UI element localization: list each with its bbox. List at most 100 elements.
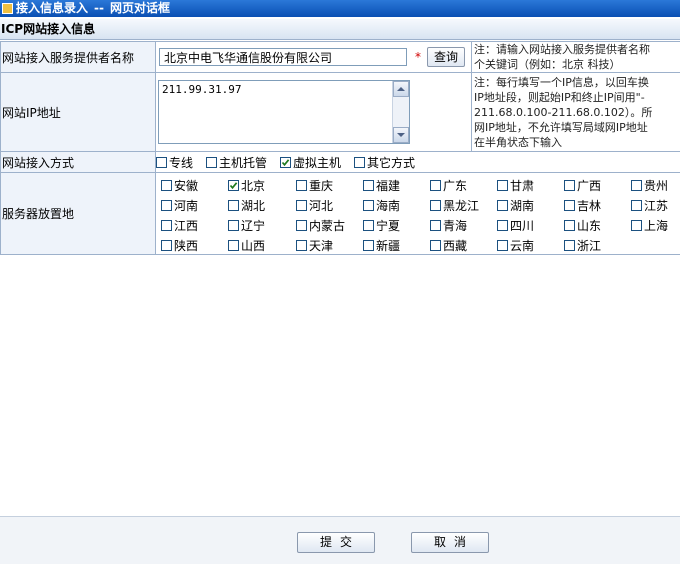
checkbox-option[interactable]: 贵州 (631, 177, 668, 194)
checkbox-option[interactable]: 广东 (430, 177, 467, 194)
checkbox-option[interactable]: 新疆 (363, 237, 400, 254)
access-method-options: 专线主机托管 虚拟主机其它方式 (156, 152, 680, 173)
checkbox-unchecked-icon[interactable] (228, 200, 239, 211)
checkbox-checked-icon[interactable] (280, 157, 291, 168)
checkbox-option[interactable]: 湖北 (228, 197, 265, 214)
window-title: 接入信息录入 (16, 1, 88, 15)
checkbox-label: 贵州 (644, 179, 668, 193)
checkbox-label: 山西 (241, 239, 265, 253)
checkbox-unchecked-icon[interactable] (161, 220, 172, 231)
checkbox-unchecked-icon[interactable] (363, 200, 374, 211)
checkbox-option[interactable]: 上海 (631, 217, 668, 234)
checkbox-option[interactable]: 重庆 (296, 177, 333, 194)
scroll-up-arrow-icon[interactable] (393, 81, 409, 97)
checkbox-option[interactable]: 河南 (161, 197, 198, 214)
checkbox-option[interactable]: 山东 (564, 217, 601, 234)
checkbox-unchecked-icon[interactable] (430, 200, 441, 211)
checkbox-option[interactable]: 四川 (497, 217, 534, 234)
checkbox-unchecked-icon[interactable] (363, 180, 374, 191)
checkbox-unchecked-icon[interactable] (564, 240, 575, 251)
checkbox-option[interactable]: 北京 (228, 177, 265, 194)
window-titlebar: 接入信息录入--网页对话框 (0, 0, 680, 17)
checkbox-option[interactable]: 专线 (156, 154, 193, 171)
checkbox-option[interactable]: 江苏 (631, 197, 668, 214)
window-subtitle: 网页对话框 (110, 1, 170, 15)
checkbox-option[interactable]: 广西 (564, 177, 601, 194)
ip-scrollbar[interactable] (392, 81, 409, 143)
checkbox-option[interactable]: 虚拟主机 (280, 154, 341, 171)
checkbox-label: 云南 (510, 239, 534, 253)
checkbox-unchecked-icon[interactable] (296, 220, 307, 231)
checkbox-unchecked-icon[interactable] (430, 240, 441, 251)
checkbox-unchecked-icon[interactable] (228, 240, 239, 251)
checkbox-unchecked-icon[interactable] (228, 220, 239, 231)
checkbox-option[interactable]: 辽宁 (228, 217, 265, 234)
checkbox-label: 虚拟主机 (293, 156, 341, 170)
checkbox-unchecked-icon[interactable] (497, 180, 508, 191)
checkbox-option[interactable]: 陕西 (161, 237, 198, 254)
checkbox-unchecked-icon[interactable] (430, 180, 441, 191)
checkbox-option[interactable]: 云南 (497, 237, 534, 254)
checkbox-unchecked-icon[interactable] (296, 240, 307, 251)
checkbox-option[interactable]: 其它方式 (354, 154, 415, 171)
cancel-button[interactable]: 取消 (411, 532, 489, 553)
scroll-down-arrow-icon[interactable] (393, 127, 409, 143)
checkbox-option[interactable]: 江西 (161, 217, 198, 234)
checkbox-unchecked-icon[interactable] (363, 240, 374, 251)
checkbox-option[interactable]: 山西 (228, 237, 265, 254)
checkbox-option[interactable]: 河北 (296, 197, 333, 214)
checkbox-label: 广东 (443, 179, 467, 193)
ip-textarea-value: 211.99.31.97 (162, 83, 241, 96)
checkbox-option[interactable]: 浙江 (564, 237, 601, 254)
checkbox-option[interactable]: 甘肃 (497, 177, 534, 194)
checkbox-unchecked-icon[interactable] (161, 200, 172, 211)
ip-note-line: 在半角状态下输入 (474, 135, 680, 150)
checkbox-option[interactable]: 黑龙江 (430, 197, 479, 214)
checkbox-option[interactable]: 安徽 (161, 177, 198, 194)
checkbox-unchecked-icon[interactable] (354, 157, 365, 168)
checkbox-checked-icon[interactable] (228, 180, 239, 191)
checkbox-unchecked-icon[interactable] (564, 180, 575, 191)
ip-note-line: 211.68.0.100-211.68.0.102）。所 (474, 105, 680, 120)
provider-label: 网站接入服务提供者名称 (1, 42, 156, 73)
checkbox-unchecked-icon[interactable] (497, 200, 508, 211)
checkbox-unchecked-icon[interactable] (206, 157, 217, 168)
checkbox-unchecked-icon[interactable] (161, 180, 172, 191)
ip-note-line: 网IP地址，不允许填写局域网IP地址 (474, 120, 680, 135)
checkbox-option[interactable]: 内蒙古 (296, 217, 345, 234)
required-mark: * (415, 50, 421, 64)
ip-textarea[interactable]: 211.99.31.97 (158, 80, 410, 144)
checkbox-unchecked-icon[interactable] (497, 220, 508, 231)
checkbox-unchecked-icon[interactable] (564, 200, 575, 211)
checkbox-label: 湖北 (241, 199, 265, 213)
checkbox-unchecked-icon[interactable] (156, 157, 167, 168)
checkbox-option[interactable]: 青海 (430, 217, 467, 234)
checkbox-option[interactable]: 主机托管 (206, 154, 267, 171)
checkbox-option[interactable]: 宁夏 (363, 217, 400, 234)
checkbox-unchecked-icon[interactable] (296, 180, 307, 191)
checkbox-label: 内蒙古 (309, 219, 345, 233)
checkbox-option[interactable]: 西藏 (430, 237, 467, 254)
checkbox-label: 陕西 (174, 239, 198, 253)
checkbox-option[interactable]: 福建 (363, 177, 400, 194)
checkbox-unchecked-icon[interactable] (564, 220, 575, 231)
checkbox-unchecked-icon[interactable] (430, 220, 441, 231)
checkbox-label: 青海 (443, 219, 467, 233)
checkbox-unchecked-icon[interactable] (296, 200, 307, 211)
checkbox-unchecked-icon[interactable] (631, 220, 642, 231)
checkbox-option[interactable]: 天津 (296, 237, 333, 254)
checkbox-unchecked-icon[interactable] (631, 180, 642, 191)
checkbox-option[interactable]: 吉林 (564, 197, 601, 214)
checkbox-unchecked-icon[interactable] (363, 220, 374, 231)
provider-name-input[interactable]: 北京中电飞华通信股份有限公司 (159, 48, 407, 66)
checkbox-unchecked-icon[interactable] (631, 200, 642, 211)
checkbox-option[interactable]: 湖南 (497, 197, 534, 214)
checkbox-label: 西藏 (443, 239, 467, 253)
checkbox-unchecked-icon[interactable] (497, 240, 508, 251)
checkbox-unchecked-icon[interactable] (161, 240, 172, 251)
query-button[interactable]: 查询 (427, 47, 465, 67)
ip-note-line: IP地址段，则起始IP和终止IP间用"- (474, 90, 680, 105)
checkbox-label: 江西 (174, 219, 198, 233)
submit-button[interactable]: 提交 (297, 532, 375, 553)
checkbox-option[interactable]: 海南 (363, 197, 400, 214)
